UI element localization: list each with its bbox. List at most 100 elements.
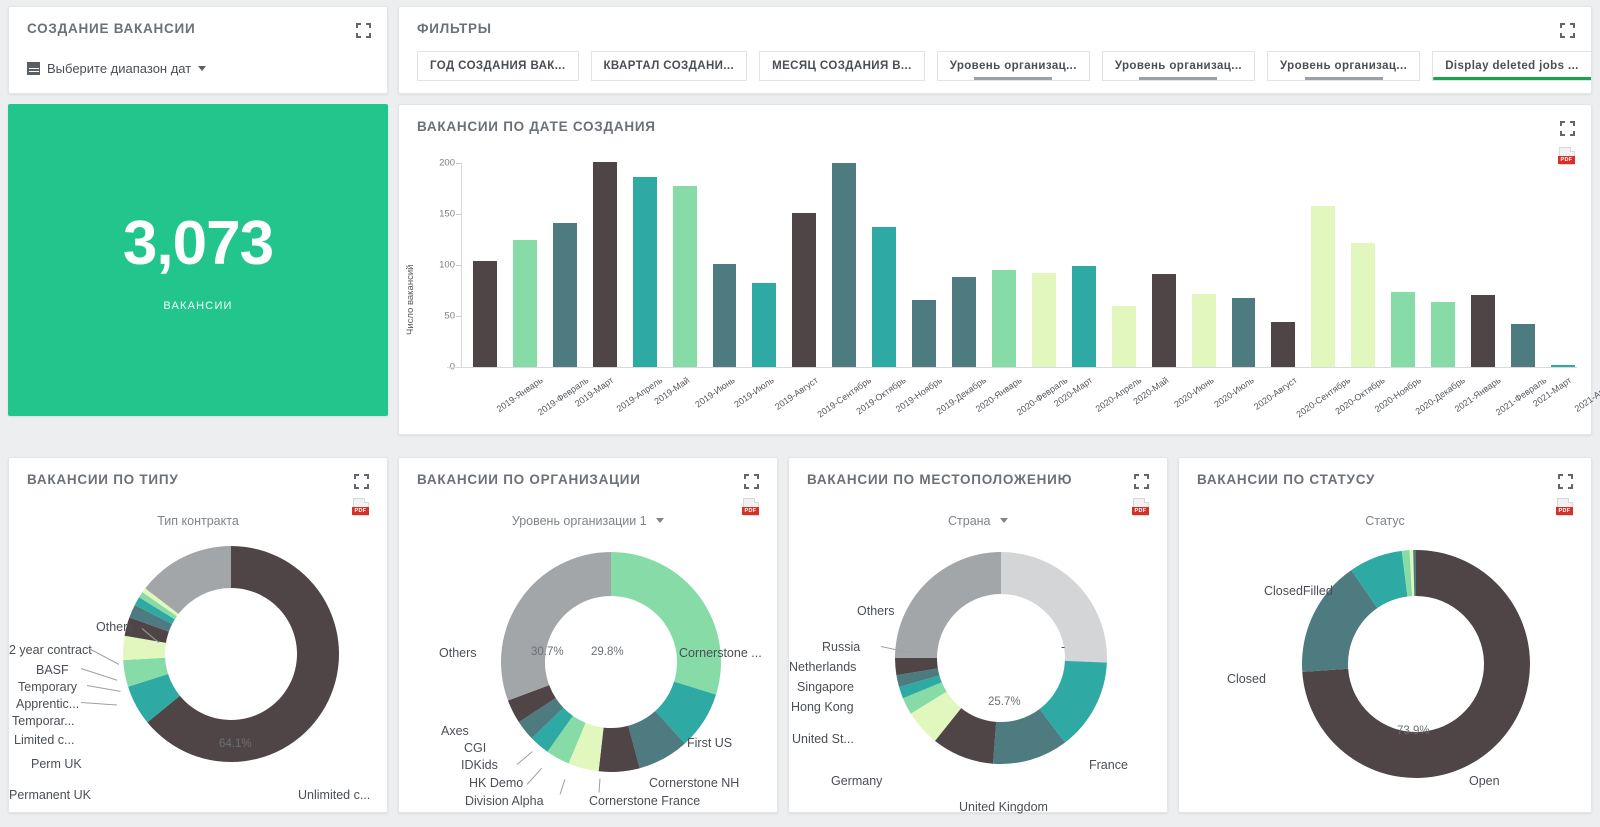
x-label-slot: 2021-Апрель (1543, 371, 1600, 427)
bar[interactable] (672, 186, 697, 367)
bar[interactable] (832, 163, 857, 367)
expand-icon[interactable] (1560, 23, 1575, 38)
leader-line (598, 778, 601, 793)
filter-button-1[interactable]: КВАРТАЛ СОЗДАНИ... (590, 51, 748, 81)
x-label-slot: 2020-Сентябрь (1263, 371, 1353, 427)
donut-slice-label: HK Demo (469, 776, 524, 790)
bar-slot (1224, 163, 1264, 367)
donut-slice-label: Cornerstone ... (679, 646, 762, 660)
bar-slot (744, 163, 784, 367)
bar[interactable] (1351, 242, 1376, 367)
bar[interactable] (472, 260, 497, 367)
bar-slot (1184, 163, 1224, 367)
bar[interactable] (1191, 293, 1216, 367)
bar[interactable] (512, 239, 537, 367)
donut-slice-label: CGI (464, 741, 487, 755)
bar[interactable] (632, 177, 657, 367)
donut-slice-label: Axes (441, 724, 469, 738)
filters-title: ФИЛЬТРЫ (417, 21, 492, 36)
location-level-selector[interactable]: Страна (789, 514, 1167, 528)
bar[interactable] (1231, 297, 1256, 367)
job-creation-date-card: СОЗДАНИЕ ВАКАНСИИ Выберите диапазон дат (8, 6, 388, 94)
x-label-slot: 2019-Июнь (665, 371, 736, 427)
donut-percent-label: 30.7% (531, 646, 564, 658)
bar-slot (1543, 163, 1583, 367)
donut-slice-label: Temporary (18, 680, 78, 694)
filter-button-4[interactable]: Уровень организац... (1101, 51, 1256, 81)
donut-percent-label: 25.7% (988, 696, 1021, 708)
filter-button-row: ГОД СОЗДАНИЯ ВАК... КВАРТАЛ СОЗДАНИ... МЕС… (417, 51, 1592, 81)
leader-line (88, 648, 120, 665)
y-tick-label: 100 (439, 259, 455, 271)
jobs-by-status-subtitle: Статус (1365, 514, 1405, 528)
donut-slice[interactable] (895, 552, 1001, 658)
filter-button-6[interactable]: Display deleted jobs ... (1432, 51, 1592, 81)
jobs-by-creation-date-card: ВАКАНСИИ ПО ДАТЕ СОЗДАНИЯ PDF Число вака… (398, 104, 1600, 435)
bar[interactable] (1311, 205, 1336, 367)
filter-button-0[interactable]: ГОД СОЗДАНИЯ ВАК... (417, 51, 579, 81)
jobs-by-type-title: ВАКАНСИИ ПО ТИПУ (27, 472, 179, 487)
filter-button-label: Уровень организац... (1280, 60, 1408, 72)
bar[interactable] (1471, 294, 1495, 367)
bar[interactable] (592, 161, 617, 367)
expand-icon[interactable] (1134, 474, 1149, 489)
filter-button-2[interactable]: МЕСЯЦ СОЗДАНИЯ В... (759, 51, 925, 81)
bar[interactable] (1550, 364, 1575, 367)
bar[interactable] (1111, 305, 1136, 367)
leader-line (80, 702, 117, 706)
filter-button-label: МЕСЯЦ СОЗДАНИЯ В... (772, 60, 912, 72)
x-label-slot: 2019-Январь (465, 371, 545, 427)
bar-slot (1463, 163, 1503, 367)
donut-slice[interactable] (1001, 552, 1107, 663)
expand-icon[interactable] (356, 23, 371, 38)
jobs-by-organization-title: ВАКАНСИИ ПО ОРГАНИЗАЦИИ (417, 472, 641, 487)
bar[interactable] (1510, 324, 1535, 367)
bar[interactable] (952, 277, 976, 367)
bar[interactable] (792, 212, 817, 367)
filter-active-underline (1139, 77, 1218, 80)
bar-slot (1144, 163, 1184, 367)
bar[interactable] (1431, 301, 1456, 367)
bar[interactable] (912, 299, 937, 367)
filter-active-underline (974, 77, 1053, 80)
expand-icon[interactable] (1558, 474, 1573, 489)
bar-slot (824, 163, 864, 367)
x-label-slot: 2019-Март (545, 371, 615, 427)
y-axis-title: Число вакансий (405, 264, 416, 335)
bar[interactable] (1151, 274, 1176, 367)
bar[interactable] (1031, 273, 1056, 367)
jobs-by-type-subtitle: Тип контракта (157, 514, 239, 528)
bar-slot (1503, 163, 1543, 367)
donut-slice-label: Permanent UK (9, 788, 91, 802)
x-label-slot: 2020-Декабрь (1383, 371, 1467, 427)
bar[interactable] (712, 263, 737, 367)
organization-level-selector[interactable]: Уровень организации 1 (399, 514, 777, 528)
bar-slot (1423, 163, 1463, 367)
donut-slice[interactable] (501, 552, 611, 701)
y-tick-label: 200 (439, 157, 455, 169)
bar[interactable] (1071, 266, 1096, 367)
expand-icon[interactable] (1560, 121, 1575, 136)
bar[interactable] (1391, 291, 1416, 367)
expand-icon[interactable] (744, 474, 759, 489)
jobs-by-creation-date-title: ВАКАНСИИ ПО ДАТЕ СОЗДАНИЯ (417, 119, 656, 134)
bar[interactable] (1271, 322, 1296, 367)
date-range-picker[interactable]: Выберите диапазон дат (27, 61, 207, 76)
bar[interactable] (752, 283, 777, 367)
filter-active-underline (1304, 77, 1383, 80)
donut-slice-label: Unlimited c... (298, 788, 371, 802)
filter-button-3[interactable]: Уровень организац... (936, 51, 1090, 81)
bar-slot (1303, 163, 1343, 367)
bar[interactable] (552, 223, 577, 367)
donut-slice[interactable] (611, 552, 721, 695)
leader-line (80, 668, 118, 681)
expand-icon[interactable] (354, 474, 369, 489)
x-label-slot: 2021-Февраль (1463, 371, 1549, 427)
filter-button-5[interactable]: Уровень организац... (1267, 51, 1421, 81)
location-level-label: Страна (948, 514, 991, 528)
x-axis-line (447, 367, 1577, 368)
bar-slot (665, 163, 705, 367)
bar[interactable] (872, 227, 897, 367)
x-tick-label: 2021-Апрель (1572, 375, 1600, 414)
bar[interactable] (991, 270, 1016, 367)
